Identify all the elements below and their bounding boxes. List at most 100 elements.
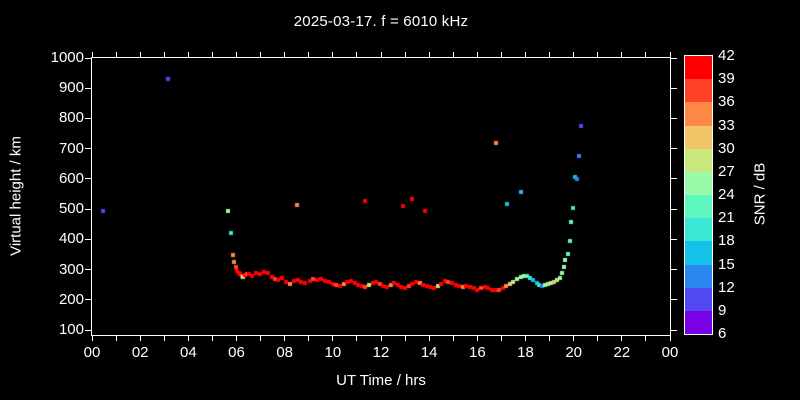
y-tick-left	[85, 148, 91, 150]
colorbar-tick-label: 12	[718, 278, 735, 296]
y-tick-right	[671, 299, 677, 301]
x-tick-bottom	[91, 336, 93, 341]
x-tick-label: 02	[131, 344, 149, 361]
x-tick-top	[187, 52, 189, 57]
y-tick-right	[671, 269, 677, 271]
y-tick-left	[85, 329, 91, 331]
y-tick-label: 100	[58, 321, 84, 338]
colorbar-tick-label: 21	[718, 209, 735, 227]
scatter-points-canvas	[92, 58, 670, 335]
y-tick-right	[671, 208, 677, 210]
x-tick-label: 06	[228, 344, 245, 361]
x-tick-bottom	[549, 336, 551, 341]
y-tick-right	[671, 148, 677, 150]
x-tick-top	[260, 52, 262, 57]
y-tick-right	[671, 87, 677, 89]
x-tick-bottom	[187, 336, 189, 341]
colorbar-tick-label: 6	[718, 325, 727, 342]
x-tick-bottom	[573, 336, 575, 341]
x-tick-top	[211, 52, 213, 57]
colorbar-tick-label: 42	[718, 47, 735, 64]
x-tick-bottom	[428, 336, 430, 341]
x-tick-bottom	[669, 336, 671, 341]
x-tick-top	[404, 52, 406, 57]
colorbar-tick-label: 33	[718, 116, 735, 134]
x-tick-label: 16	[468, 344, 486, 361]
x-tick-label: 12	[372, 344, 390, 361]
x-tick-bottom	[476, 336, 478, 341]
x-tick-top	[573, 52, 575, 57]
x-tick-top	[476, 52, 478, 57]
y-tick-right	[671, 117, 677, 119]
x-tick-bottom	[260, 336, 262, 341]
x-tick-bottom	[139, 336, 141, 341]
y-tick-label: 200	[58, 290, 84, 308]
colorbar-tick-label: 24	[718, 186, 735, 203]
x-tick-top	[284, 52, 286, 57]
colorbar-title: SNR / dB	[751, 162, 769, 226]
colorbar-segment	[685, 218, 712, 242]
x-tick-top	[500, 52, 502, 57]
x-tick-top	[91, 52, 93, 57]
colorbar-segment	[685, 241, 712, 265]
colorbar-segment	[685, 310, 712, 335]
x-tick-top	[163, 52, 165, 57]
x-tick-label: 22	[613, 344, 631, 361]
y-tick-label: 1000	[50, 49, 84, 66]
colorbar-segment	[685, 171, 712, 196]
y-tick-label: 600	[58, 169, 84, 187]
y-tick-right	[671, 238, 677, 240]
colorbar-segment	[685, 79, 712, 103]
y-tick-label: 400	[58, 230, 84, 248]
y-tick-right	[671, 329, 677, 331]
y-tick-left	[85, 238, 91, 240]
x-tick-top	[308, 52, 310, 57]
x-tick-top	[356, 52, 358, 57]
x-axis-title: UT Time / hrs	[336, 372, 426, 389]
y-tick-label: 300	[58, 260, 84, 278]
y-tick-left	[85, 299, 91, 301]
x-tick-bottom	[332, 336, 334, 341]
x-tick-top	[549, 52, 551, 57]
x-tick-top	[452, 52, 454, 57]
y-tick-label: 500	[58, 200, 84, 218]
x-tick-top	[236, 52, 237, 57]
colorbar-segment	[685, 102, 712, 126]
y-tick-label: 700	[58, 139, 84, 157]
x-tick-bottom	[645, 336, 647, 341]
chart-title: 2025-03-17. f = 6010 kHz	[293, 13, 469, 30]
x-tick-top	[139, 52, 141, 57]
y-tick-left	[85, 87, 91, 89]
x-tick-label: 00	[83, 344, 101, 361]
x-tick-bottom	[621, 336, 623, 341]
colorbar-tick-label: 9	[718, 301, 727, 319]
x-tick-top	[115, 52, 117, 57]
colorbar-tick-label: 30	[718, 139, 735, 157]
y-tick-right	[671, 178, 677, 180]
x-tick-bottom	[500, 336, 502, 341]
colorbar-tick-label: 36	[718, 93, 735, 111]
x-tick-bottom	[380, 336, 382, 341]
x-tick-label: 14	[420, 344, 438, 361]
colorbar-segment	[685, 148, 712, 172]
colorbar-segment	[685, 195, 712, 219]
x-tick-bottom	[356, 336, 358, 341]
y-tick-left	[85, 208, 91, 210]
x-tick-top	[525, 52, 526, 57]
x-tick-top	[645, 52, 647, 57]
y-tick-label: 800	[58, 109, 84, 127]
y-tick-left	[85, 178, 91, 180]
y-tick-left	[85, 57, 91, 59]
x-tick-bottom	[236, 336, 237, 341]
x-tick-bottom	[597, 336, 599, 341]
colorbar-tick-label: 15	[718, 255, 735, 273]
x-tick-top	[332, 52, 334, 57]
colorbar-tick-label: 39	[718, 70, 735, 88]
y-tick-right	[671, 57, 677, 59]
x-tick-label: 00	[661, 344, 679, 361]
x-tick-label: 18	[517, 344, 534, 361]
colorbar-segment	[685, 56, 712, 80]
colorbar-segment	[685, 287, 712, 311]
ionogram-chart-window: 2025-03-17. f = 6010 kHz 00 02 04 06 08 10 12 1…	[0, 0, 800, 400]
colorbar-tick-label: 18	[718, 232, 735, 250]
